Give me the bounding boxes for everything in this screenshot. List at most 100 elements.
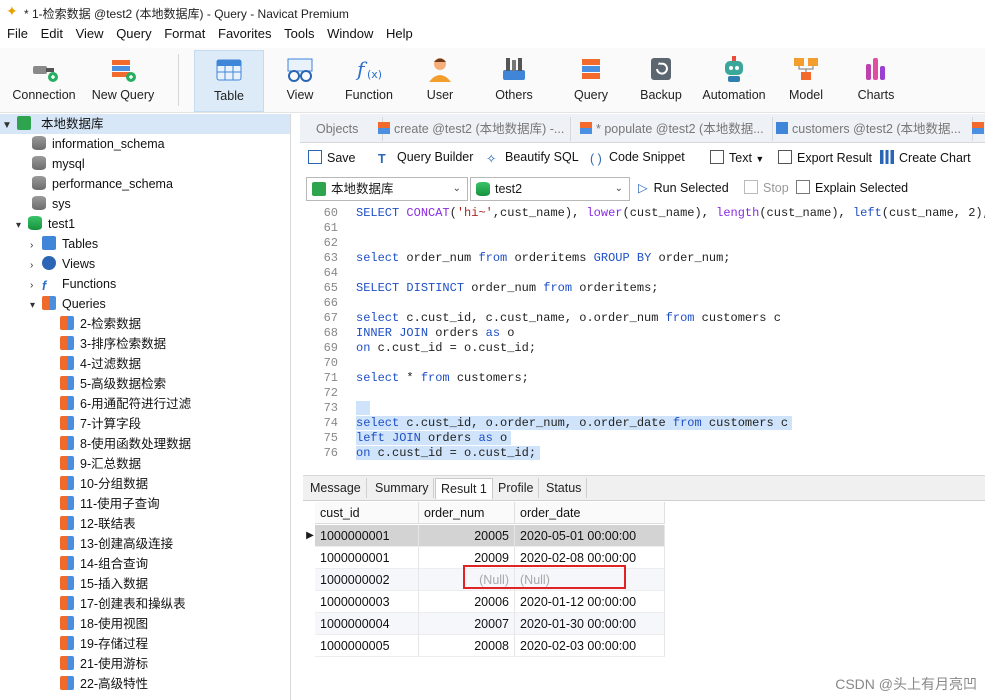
table-cell[interactable]: 2020-02-03 00:00:00: [515, 635, 665, 657]
code-line[interactable]: left JOIN orders as o: [356, 431, 512, 445]
tree-group-functions[interactable]: › f Functions: [30, 274, 116, 294]
tab-summary[interactable]: Summary: [370, 478, 435, 498]
result-grid[interactable]: cust_id order_num order_date ▶ 1000000001…: [303, 502, 985, 700]
code-line[interactable]: on c.cust_id = o.cust_id;: [356, 446, 541, 460]
tree-query-item[interactable]: 15-插入数据: [60, 574, 148, 594]
tree-database[interactable]: mysql: [32, 154, 85, 174]
tree-query-item[interactable]: 3-排序检索数据: [60, 334, 166, 354]
connection-button[interactable]: Connection: [6, 50, 82, 110]
automation-button[interactable]: Automation: [698, 50, 770, 110]
tab-objects[interactable]: Objects: [306, 117, 383, 141]
menu-favorites[interactable]: Favorites: [218, 26, 271, 41]
tab-customers[interactable]: customers @test2 (本地数据...: [772, 117, 973, 141]
tree-query-item[interactable]: 19-存储过程: [60, 634, 148, 654]
code-line[interactable]: select * from customers;: [356, 371, 529, 385]
table-cell[interactable]: 2020-01-12 00:00:00: [515, 591, 665, 613]
table-cell[interactable]: 1000000002: [315, 569, 419, 591]
tab-message[interactable]: Message: [305, 478, 367, 498]
save-button[interactable]: Save: [308, 150, 356, 165]
expand-arrow-icon[interactable]: ›: [30, 276, 42, 296]
menu-query[interactable]: Query: [116, 26, 151, 41]
tree-database[interactable]: sys: [32, 194, 71, 214]
table-button[interactable]: Table: [194, 50, 264, 112]
beautify-sql-button[interactable]: ✧ Beautify SQL: [486, 150, 579, 166]
text-button[interactable]: Text ▼: [710, 150, 764, 165]
tree-query-item[interactable]: 17-创建表和操纵表: [60, 594, 186, 614]
column-header-order-num[interactable]: order_num: [419, 502, 515, 524]
table-cell[interactable]: 2020-05-01 00:00:00: [515, 525, 665, 547]
others-button[interactable]: Others: [484, 50, 544, 110]
table-cell[interactable]: 1000000003: [315, 591, 419, 613]
tree-group-tables[interactable]: › Tables: [30, 234, 98, 254]
tree-query-item[interactable]: 7-计算字段: [60, 414, 141, 434]
tree-query-item[interactable]: 22-高级特性: [60, 674, 148, 694]
table-cell[interactable]: 1000000001: [315, 547, 419, 569]
tree-group-views[interactable]: › Views: [30, 254, 95, 274]
menu-tools[interactable]: Tools: [284, 26, 314, 41]
expand-arrow-icon[interactable]: ›: [30, 236, 42, 256]
charts-button[interactable]: Charts: [850, 50, 902, 110]
function-button[interactable]: f (x) Function: [338, 50, 400, 110]
tree-query-item[interactable]: 8-使用函数处理数据: [60, 434, 191, 454]
code-line[interactable]: on c.cust_id = o.cust_id;: [356, 341, 536, 355]
table-cell[interactable]: 20006: [419, 591, 515, 613]
tab-populate[interactable]: * populate @test2 (本地数据...: [576, 117, 773, 141]
model-button[interactable]: Model: [782, 50, 830, 110]
table-cell[interactable]: 20007: [419, 613, 515, 635]
collapse-arrow-icon[interactable]: ▾: [16, 216, 28, 236]
tree-group-queries[interactable]: ▾ Queries: [30, 294, 106, 314]
table-cell[interactable]: 1000000005: [315, 635, 419, 657]
code-line[interactable]: SELECT DISTINCT order_num from orderitem…: [356, 281, 658, 295]
code-line[interactable]: select c.cust_id, c.cust_name, o.order_n…: [356, 311, 781, 325]
code-line[interactable]: INNER JOIN orders as o: [356, 326, 514, 340]
tree-query-item[interactable]: 2-检索数据: [60, 314, 141, 334]
tab-overflow[interactable]: [970, 117, 985, 141]
tree-query-item[interactable]: 13-创建高级连接: [60, 534, 173, 554]
table-cell[interactable]: 1000000001: [315, 525, 419, 547]
tree-query-item[interactable]: 18-使用视图: [60, 614, 148, 634]
table-cell[interactable]: 2020-01-30 00:00:00: [515, 613, 665, 635]
tree-query-item[interactable]: 12-联结表: [60, 514, 136, 534]
expand-arrow-icon[interactable]: ›: [30, 256, 42, 276]
code-line[interactable]: select c.cust_id, o.order_num, o.order_d…: [356, 416, 793, 430]
view-button[interactable]: View: [272, 50, 328, 110]
menu-format[interactable]: Format: [164, 26, 205, 41]
code-line[interactable]: SELECT CONCAT('hi~',cust_name), lower(cu…: [356, 206, 985, 220]
tree-query-item[interactable]: 11-使用子查询: [60, 494, 160, 514]
table-cell[interactable]: 20008: [419, 635, 515, 657]
backup-button[interactable]: Backup: [634, 50, 688, 110]
tab-profile[interactable]: Profile: [493, 478, 540, 498]
tree-database-open[interactable]: ▾ test1: [16, 214, 75, 234]
menu-view[interactable]: View: [76, 26, 104, 41]
user-button[interactable]: User: [414, 50, 466, 110]
stop-button[interactable]: Stop: [744, 180, 789, 195]
column-header-cust-id[interactable]: cust_id: [315, 502, 419, 524]
tree-query-item[interactable]: 9-汇总数据: [60, 454, 141, 474]
tree-query-item[interactable]: 4-过滤数据: [60, 354, 141, 374]
tab-create[interactable]: create @test2 (本地数据库) -...: [374, 117, 571, 141]
collapse-arrow-icon[interactable]: ▼: [2, 116, 14, 136]
tree-query-item[interactable]: 6-用通配符进行过滤: [60, 394, 191, 414]
menu-help[interactable]: Help: [386, 26, 413, 41]
tree-database[interactable]: information_schema: [32, 134, 165, 154]
run-selected-button[interactable]: ▷ Run Selected: [638, 180, 729, 195]
tab-status[interactable]: Status: [541, 478, 588, 498]
tree-query-item[interactable]: 10-分组数据: [60, 474, 148, 494]
sql-editor[interactable]: 60 SELECT CONCAT('hi~',cust_name), lower(…: [300, 204, 985, 469]
tree-query-item[interactable]: 14-组合查询: [60, 554, 148, 574]
menu-file[interactable]: File: [7, 26, 28, 41]
menu-edit[interactable]: Edit: [41, 26, 63, 41]
query-button[interactable]: Query: [566, 50, 616, 110]
export-result-button[interactable]: Export Result: [778, 150, 872, 165]
code-line[interactable]: [356, 401, 371, 415]
explain-selected-button[interactable]: Explain Selected: [796, 180, 908, 195]
table-cell[interactable]: 20005: [419, 525, 515, 547]
tree-connection[interactable]: ▼ 本地数据库: [0, 114, 290, 136]
new-query-button[interactable]: New Query: [88, 50, 158, 110]
tab-result-1[interactable]: Result 1: [435, 478, 493, 499]
code-line[interactable]: select order_num from orderitems GROUP B…: [356, 251, 731, 265]
tree-query-item[interactable]: 5-高级数据检索: [60, 374, 166, 394]
connection-select[interactable]: 本地数据库 ⌄: [306, 177, 468, 201]
column-header-order-date[interactable]: order_date: [515, 502, 665, 524]
query-builder-button[interactable]: T Query Builder: [378, 150, 473, 166]
